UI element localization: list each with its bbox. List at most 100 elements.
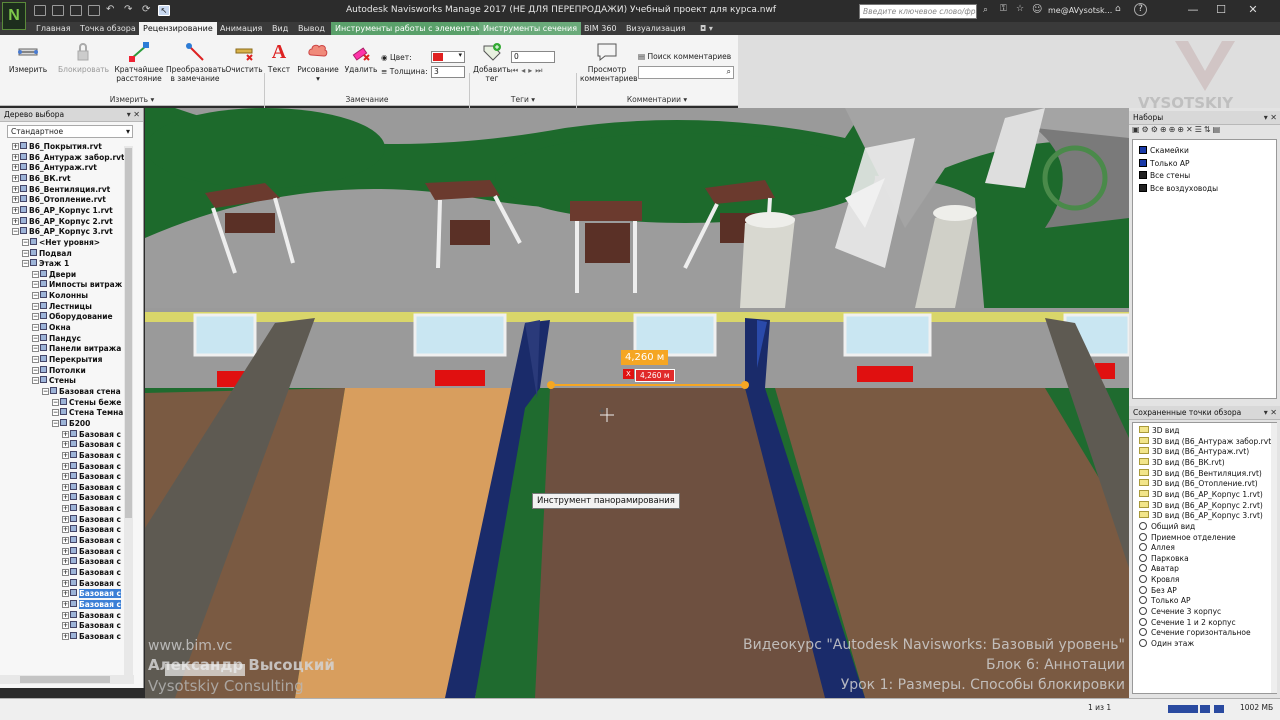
add-tag-button[interactable]: Добавить тег [470,41,514,83]
tree-item[interactable]: + Базовая с [62,568,121,578]
tree-item[interactable]: − Колонны [32,291,88,301]
tree-item[interactable]: − Стены [32,376,76,386]
exchange-icon[interactable]: ⌂ [1115,4,1121,14]
select-cursor-icon[interactable]: ↖ [158,5,170,16]
viewpoint-item[interactable]: Один этаж [1139,639,1194,649]
expand-toggle-icon[interactable]: + [62,579,69,587]
tree-item[interactable]: + В6_Антураж.rvt [12,163,97,173]
viewpoint-item[interactable]: Приемное отделение [1139,532,1236,543]
tree-item[interactable]: + Базовая с [62,461,121,472]
set-item[interactable]: Все стены [1139,171,1190,181]
tree-item[interactable]: + Базовая с [62,621,121,631]
panel-controls-icon[interactable]: ▾ ✕ [127,108,140,122]
expand-toggle-icon[interactable]: + [12,206,19,214]
expand-toggle-icon[interactable]: − [42,387,49,395]
horizontal-scrollbar[interactable] [0,675,134,684]
convert-to-redline-button[interactable]: Преобразовать в замечание [166,41,226,83]
tab-view[interactable]: Вид [268,22,292,35]
tree-item[interactable]: + Базовая с [62,514,121,525]
group-measure-label[interactable]: Измерить ▾ [0,95,264,105]
expand-toggle-icon[interactable]: − [32,313,39,321]
viewpoint-folder[interactable]: 3D вид (В6_ВК.rvt) [1139,457,1225,468]
tree-item[interactable]: − Потолки [32,365,86,376]
shortest-distance-button[interactable]: Кратчайшее расстояние [112,41,166,83]
user-account[interactable]: me@AVysotsk... [1048,6,1112,15]
find-comments-button[interactable]: ▤ Поиск комментариев [638,52,734,61]
draw-button[interactable]: Рисование ▾ [296,41,340,83]
expand-toggle-icon[interactable]: − [52,419,59,427]
color-picker[interactable]: ▾ [431,51,465,63]
viewpoint-folder[interactable]: 3D вид [1139,426,1179,436]
subscription-icon[interactable]: ⚿ [1000,4,1007,14]
view-comments-button[interactable]: Просмотр комментариев [580,41,638,83]
tree-item[interactable]: − Лестницы [32,301,92,312]
tab-render[interactable]: Визуализация [622,22,690,35]
tree-item[interactable]: + Базовая с [62,599,121,610]
expand-toggle-icon[interactable]: + [62,547,69,555]
3d-viewport[interactable]: 4,260 м X 4,260 м Инструмент панорамиров… [145,108,1129,698]
tab-home[interactable]: Главная [32,22,75,35]
expand-toggle-icon[interactable]: − [52,409,59,417]
tree-item[interactable]: − Стена Темна [52,408,123,418]
expand-toggle-icon[interactable]: − [12,228,19,236]
expand-toggle-icon[interactable]: − [32,334,39,342]
tree-item[interactable]: + Базовая с [62,578,121,589]
expand-toggle-icon[interactable]: + [62,590,69,598]
expand-toggle-icon[interactable]: + [62,430,69,438]
close-icon[interactable]: ✕ [1240,2,1266,18]
expand-toggle-icon[interactable]: + [62,462,69,470]
minimize-icon[interactable]: — [1180,2,1206,18]
tree-item[interactable]: + Базовая с [62,472,121,482]
navisworks-logo[interactable]: N [2,2,26,30]
print-icon[interactable] [88,5,100,16]
viewpoint-item[interactable]: Аватар [1139,564,1179,574]
tree-vertical-scrollbar[interactable] [124,146,133,676]
tree-item[interactable]: − Подвал [22,248,72,259]
new-file-icon[interactable] [34,5,46,16]
tree-item[interactable]: + Базовая с [62,440,121,450]
group-comments-label[interactable]: Комментарии ▾ [577,95,737,105]
tab-sectioning-tools[interactable]: Инструменты сечения [479,22,582,35]
set-item[interactable]: Все воздуховоды [1139,184,1218,194]
viewpoint-item[interactable]: Сечение 1 и 2 корпус [1139,617,1236,628]
viewpoint-folder[interactable]: 3D вид (В6_АР_Корпус 2.rvt) [1139,500,1263,511]
erase-button[interactable]: Удалить [344,41,378,74]
tree-item[interactable]: + В6_Вентиляция.rvt [12,184,110,195]
find-comments-input[interactable]: ⌕ [638,66,734,79]
maximize-icon[interactable]: ☐ [1208,2,1234,18]
text-button[interactable]: A Текст [266,41,292,74]
viewpoint-item[interactable]: Общий вид [1139,521,1195,532]
viewpoint-folder[interactable]: 3D вид (В6_Антураж.rvt) [1139,447,1249,457]
expand-toggle-icon[interactable]: + [62,505,69,513]
dimension-delete-icon[interactable]: X [623,369,634,379]
tree-item[interactable]: + В6_Покрытия.rvt [12,142,102,152]
expand-toggle-icon[interactable]: + [62,451,69,459]
tree-item[interactable]: − Этаж 1 [22,259,69,269]
tab-bim360[interactable]: BIM 360 [580,22,621,35]
group-tags-label[interactable]: Теги ▾ [470,95,576,105]
measure-button[interactable]: Измерить [6,41,50,74]
tree-item[interactable]: − Импосты витраж [32,280,122,290]
tree-item[interactable]: − Оборудование [32,312,113,322]
tree-item[interactable]: − Двери [32,269,76,280]
expand-toggle-icon[interactable]: + [12,164,19,172]
expand-toggle-icon[interactable]: + [62,473,69,481]
expand-toggle-icon[interactable]: + [62,537,69,545]
tree-item[interactable]: + В6_Отопление.rvt [12,195,106,205]
expand-toggle-icon[interactable]: + [12,143,19,150]
expand-toggle-icon[interactable]: − [32,377,39,385]
expand-toggle-icon[interactable]: + [62,611,69,619]
expand-toggle-icon[interactable]: + [62,483,69,491]
viewpoint-folder[interactable]: 3D вид (В6_Антураж забор.rvt) [1139,436,1274,447]
tree-item[interactable]: − Панели витража [32,344,121,354]
expand-toggle-icon[interactable]: − [32,292,39,300]
expand-toggle-icon[interactable]: − [32,270,39,278]
tree-item[interactable]: + Базовая с [62,525,121,535]
set-item[interactable]: Скамейки [1139,146,1189,156]
user-icon[interactable]: ☺ [1032,4,1042,15]
sets-toolbar[interactable]: ▣⚙⚙⊕⊕⊕✕☰⇅▤ [1132,125,1277,139]
viewpoint-folder[interactable]: 3D вид (В6_Вентиляция.rvt) [1139,468,1262,479]
search-icon[interactable]: ⌕ [727,67,731,77]
tree-item[interactable]: + В6_АР_Корпус 1.rvt [12,205,113,216]
viewpoints-scrollbar[interactable] [1271,423,1277,693]
